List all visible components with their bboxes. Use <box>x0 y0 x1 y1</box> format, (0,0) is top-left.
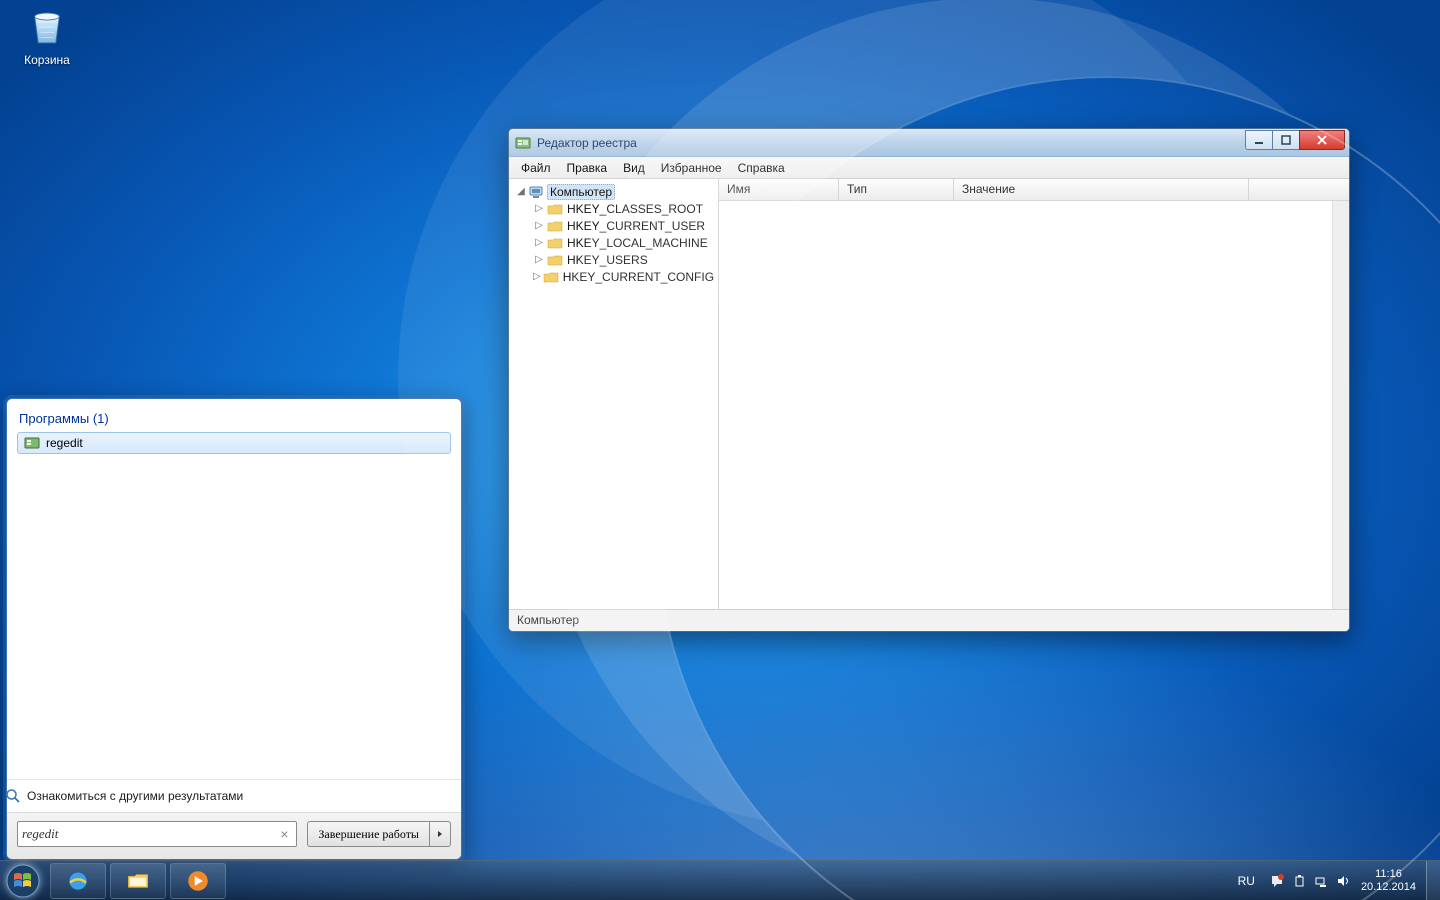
registry-tree[interactable]: ◢ Компьютер ▷ HKEY_CLASSES_ROOT ▷ HKEY_CURR… <box>509 179 719 609</box>
folder-icon <box>547 236 563 250</box>
expand-icon[interactable]: ▷ <box>533 237 545 248</box>
menu-view[interactable]: Вид <box>615 159 653 177</box>
clock-time: 11:16 <box>1361 868 1416 881</box>
shutdown-button[interactable]: Завершение работы <box>307 821 429 847</box>
close-icon <box>1316 135 1328 145</box>
expand-icon[interactable]: ▷ <box>533 203 545 214</box>
regedit-window: Редактор реестра Файл Правка Вид Избранн… <box>508 128 1350 632</box>
tree-node[interactable]: ▷ HKEY_CURRENT_CONFIG <box>511 268 716 285</box>
desktop-icon-recycle-bin[interactable]: Корзина <box>12 6 82 67</box>
search-result-item[interactable]: regedit <box>17 432 451 454</box>
clear-search-button[interactable]: × <box>276 826 292 842</box>
language-indicator[interactable]: RU <box>1234 872 1259 890</box>
regedit-icon <box>24 435 40 451</box>
media-player-icon <box>185 868 211 894</box>
search-result-label: regedit <box>46 436 83 450</box>
taskbar-pin-explorer[interactable] <box>110 863 166 899</box>
folder-icon <box>125 868 151 894</box>
menu-edit[interactable]: Правка <box>559 159 616 177</box>
start-search-input[interactable] <box>22 826 276 842</box>
windows-logo-icon <box>6 864 40 898</box>
window-title: Редактор реестра <box>537 136 1246 150</box>
expand-icon[interactable]: ▷ <box>533 220 545 231</box>
menu-help[interactable]: Справка <box>730 159 793 177</box>
expand-icon[interactable]: ▷ <box>533 271 541 282</box>
search-icon <box>6 788 21 804</box>
maximize-button[interactable] <box>1272 130 1300 150</box>
tray-network-icon[interactable] <box>1313 873 1329 889</box>
regedit-icon <box>515 135 531 151</box>
values-list[interactable] <box>719 201 1349 609</box>
minimize-button[interactable] <box>1245 130 1273 150</box>
column-header-type[interactable]: Тип <box>839 179 954 200</box>
tree-node-label: Компьютер <box>547 184 615 200</box>
expand-icon[interactable]: ▷ <box>533 254 545 265</box>
tree-node-root[interactable]: ◢ Компьютер <box>511 183 716 200</box>
start-search-box[interactable]: × <box>17 821 297 847</box>
tray-volume-icon[interactable] <box>1335 873 1351 889</box>
tree-node-label: HKEY_CURRENT_USER <box>565 219 707 233</box>
minimize-icon <box>1254 135 1264 145</box>
close-button[interactable] <box>1299 130 1345 150</box>
menu-file[interactable]: Файл <box>513 159 559 177</box>
maximize-icon <box>1281 135 1291 145</box>
computer-icon <box>529 185 545 199</box>
tree-node[interactable]: ▷ HKEY_LOCAL_MACHINE <box>511 234 716 251</box>
chevron-right-icon <box>436 830 444 838</box>
tree-node-label: HKEY_USERS <box>565 253 650 267</box>
tree-node-label: HKEY_CLASSES_ROOT <box>565 202 705 216</box>
vertical-scrollbar[interactable] <box>1332 201 1349 609</box>
system-tray: RU 11:16 20.12.2014 <box>1228 868 1426 894</box>
collapse-icon[interactable]: ◢ <box>515 186 527 197</box>
start-button[interactable] <box>0 861 46 900</box>
folder-icon <box>547 219 563 233</box>
clock-date: 20.12.2014 <box>1361 881 1416 894</box>
column-header-value[interactable]: Значение <box>954 179 1249 200</box>
taskbar-pin-media-player[interactable] <box>170 863 226 899</box>
internet-explorer-icon <box>65 868 91 894</box>
desktop-icon-label: Корзина <box>12 53 82 67</box>
search-group-programs: Программы (1) <box>17 407 451 432</box>
see-more-results[interactable]: Ознакомиться с другими результатами <box>6 779 462 812</box>
tray-power-icon[interactable] <box>1291 873 1307 889</box>
folder-icon <box>543 270 559 284</box>
start-menu-panel: Программы (1) regedit Ознакомиться с дру… <box>6 398 462 860</box>
tree-node[interactable]: ▷ HKEY_CLASSES_ROOT <box>511 200 716 217</box>
column-header-name[interactable]: Имя <box>719 179 839 200</box>
tree-node[interactable]: ▷ HKEY_USERS <box>511 251 716 268</box>
taskbar-clock[interactable]: 11:16 20.12.2014 <box>1361 868 1420 894</box>
recycle-bin-icon <box>26 6 68 48</box>
column-header-extra[interactable] <box>1249 179 1349 200</box>
show-desktop-button[interactable] <box>1426 861 1440 900</box>
tree-node-label: HKEY_LOCAL_MACHINE <box>565 236 710 250</box>
values-pane: Имя Тип Значение <box>719 179 1349 609</box>
taskbar-pin-ie[interactable] <box>50 863 106 899</box>
folder-icon <box>547 202 563 216</box>
list-header: Имя Тип Значение <box>719 179 1349 201</box>
taskbar: RU 11:16 20.12.2014 <box>0 860 1440 900</box>
titlebar[interactable]: Редактор реестра <box>509 129 1349 157</box>
status-bar: Компьютер <box>509 609 1349 631</box>
folder-icon <box>547 253 563 267</box>
menu-favorites[interactable]: Избранное <box>653 159 730 177</box>
desktop: Корзина Редактор реестра Файл Правка Вид… <box>0 0 1440 900</box>
tree-node-label: HKEY_CURRENT_CONFIG <box>561 270 716 284</box>
tree-node[interactable]: ▷ HKEY_CURRENT_USER <box>511 217 716 234</box>
menubar: Файл Правка Вид Избранное Справка <box>509 157 1349 179</box>
tray-action-center-icon[interactable] <box>1269 873 1285 889</box>
shutdown-options-button[interactable] <box>429 821 451 847</box>
see-more-label: Ознакомиться с другими результатами <box>27 789 243 803</box>
